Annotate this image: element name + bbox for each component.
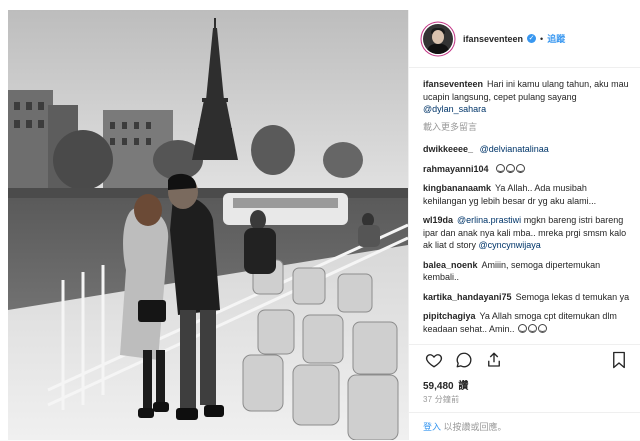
comment-icon bbox=[456, 352, 472, 367]
comment-username[interactable]: balea_noenk bbox=[423, 260, 478, 270]
comments-list: ifanseventeen Hari ini kamu ulang tahun, … bbox=[423, 78, 630, 343]
list-item: kartika_handayani75 Semoga lekas d temuka… bbox=[423, 291, 630, 304]
separator-dot: • bbox=[540, 33, 544, 44]
comment-mention[interactable]: @cyncynwijaya bbox=[479, 240, 541, 250]
emoji-icon bbox=[496, 163, 506, 173]
bookmark-icon bbox=[613, 351, 625, 368]
comment-username[interactable]: pipitchagiya bbox=[423, 311, 476, 321]
instagram-post: ifanseventeen ✓ • 追蹤 ifanseventeen Hari i… bbox=[0, 0, 640, 440]
emoji-icon bbox=[506, 163, 516, 173]
post-caption: ifanseventeen Hari ini kamu ulang tahun, … bbox=[423, 78, 630, 116]
caption-mention[interactable]: @dylan_sahara bbox=[423, 104, 486, 114]
likes-number: 59,480 bbox=[423, 381, 454, 392]
list-item: kingbananaamk Ya Allah.. Ada musibah kehi… bbox=[423, 182, 630, 207]
share-icon bbox=[488, 352, 500, 367]
list-item: wl19da @erlina.prastiwi mgkn bareng istri… bbox=[423, 214, 630, 252]
comments-fade bbox=[423, 331, 630, 343]
list-item: rahmayanni104 bbox=[423, 163, 630, 176]
likes-label: 讚 bbox=[458, 381, 469, 392]
header-username[interactable]: ifanseventeen bbox=[463, 34, 523, 44]
list-item: balea_noenk Amiiin, semoga dipertemukan k… bbox=[423, 259, 630, 284]
login-suffix: 以按讚或回應。 bbox=[443, 422, 507, 432]
avatar[interactable] bbox=[423, 23, 453, 54]
like-button[interactable] bbox=[423, 349, 445, 371]
likes-count[interactable]: 59,480 讚 bbox=[423, 377, 468, 392]
share-button[interactable] bbox=[483, 349, 505, 371]
comment-mention[interactable]: @delvianatalinaa bbox=[480, 144, 549, 154]
comment-mention[interactable]: @erlina.prastiwi bbox=[457, 215, 521, 225]
list-item: dwikkeeee_ @delvianatalinaa bbox=[423, 143, 630, 156]
emoji-icon bbox=[516, 163, 526, 173]
follow-button[interactable]: 追蹤 bbox=[547, 32, 565, 45]
paris-boat-photo bbox=[8, 10, 408, 440]
save-button[interactable] bbox=[608, 349, 630, 371]
login-link[interactable]: 登入 bbox=[423, 422, 441, 432]
comment-username[interactable]: kingbananaamk bbox=[423, 183, 491, 193]
comment-text: Semoga lekas d temukan ya bbox=[515, 291, 630, 302]
caption-username[interactable]: ifanseventeen bbox=[423, 79, 483, 89]
load-more-comments-button[interactable]: 載入更多留言 bbox=[423, 121, 630, 134]
action-bar bbox=[409, 344, 640, 374]
verified-badge-icon: ✓ bbox=[527, 34, 537, 43]
comment-username[interactable]: dwikkeeee_ bbox=[423, 144, 473, 154]
comment-username[interactable]: wl19da bbox=[423, 215, 453, 225]
post-photo[interactable] bbox=[8, 10, 408, 440]
comment-username[interactable]: kartika_handayani75 bbox=[423, 292, 512, 302]
heart-icon bbox=[425, 353, 443, 368]
comment-username[interactable]: rahmayanni104 bbox=[423, 164, 489, 174]
post-side-panel: ifanseventeen ✓ • 追蹤 ifanseventeen Hari i… bbox=[408, 10, 640, 440]
login-prompt: 登入 以按讚或回應。 bbox=[409, 412, 640, 440]
comment-button[interactable] bbox=[453, 349, 475, 371]
post-timestamp[interactable]: 37 分鐘前 bbox=[423, 394, 459, 405]
post-header: ifanseventeen ✓ • 追蹤 bbox=[409, 10, 640, 68]
